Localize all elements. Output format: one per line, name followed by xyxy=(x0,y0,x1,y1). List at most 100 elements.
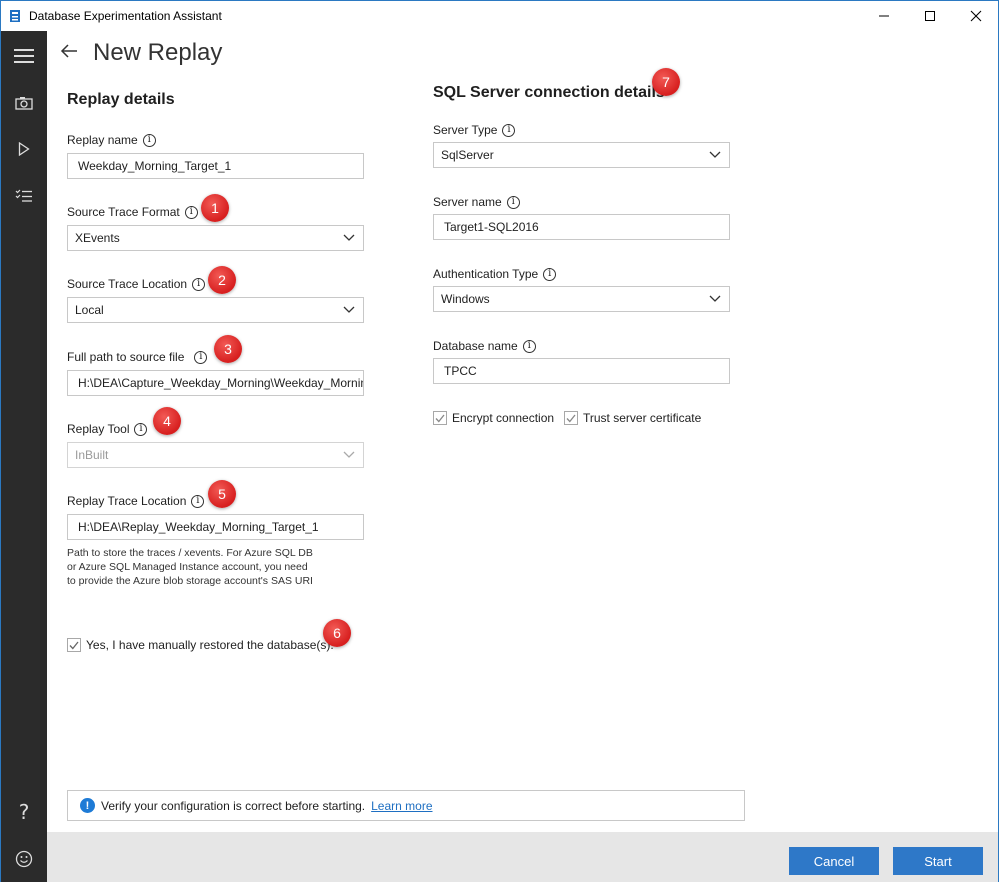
callout-badge-7: 7 xyxy=(652,68,680,96)
callout-badge-1: 1 xyxy=(201,194,229,222)
callout-badge-3: 3 xyxy=(214,335,242,363)
sidebar: ? xyxy=(1,31,47,882)
maximize-icon xyxy=(925,11,935,21)
auth-type-value: Windows xyxy=(441,292,490,306)
replay-tool-label: Replay Tool i xyxy=(67,421,148,437)
server-type-label: Server Type i xyxy=(433,122,516,138)
database-name-label: Database name i xyxy=(433,338,536,354)
callout-badge-4: 4 xyxy=(153,407,181,435)
source-trace-format-label-text: Source Trace Format xyxy=(67,205,180,219)
chevron-down-icon xyxy=(709,295,721,302)
replay-name-input[interactable]: Weekday_Morning_Target_1 xyxy=(67,153,364,179)
callout-badge-6: 6 xyxy=(323,619,351,647)
replay-tool-value: InBuilt xyxy=(75,448,109,462)
replay-trace-location-input[interactable]: H:\DEA\Replay_Weekday_Morning_Target_1 xyxy=(67,514,364,540)
smiley-icon xyxy=(15,850,33,868)
camera-icon xyxy=(15,97,33,110)
server-name-label-text: Server name xyxy=(433,195,502,209)
info-circle-icon: ! xyxy=(80,798,95,813)
play-icon xyxy=(18,142,30,156)
learn-more-link[interactable]: Learn more xyxy=(371,799,432,813)
info-icon[interactable]: i xyxy=(543,267,557,281)
info-icon[interactable]: i xyxy=(142,133,156,147)
replay-trace-location-label-text: Replay Trace Location xyxy=(67,494,187,508)
minimize-icon xyxy=(879,15,889,17)
info-notice: ! Verify your configuration is correct b… xyxy=(67,790,745,821)
trust-certificate-label: Trust server certificate xyxy=(583,411,702,425)
notice-text: Verify your configuration is correct bef… xyxy=(101,798,366,813)
app-window: Database Experimentation Assistant ? New… xyxy=(0,0,999,882)
hamburger-icon xyxy=(14,49,34,63)
replay-name-label: Replay name i xyxy=(67,132,156,148)
info-icon[interactable]: i xyxy=(522,339,536,353)
cancel-button[interactable]: Cancel xyxy=(789,847,879,875)
chevron-down-icon xyxy=(343,306,355,313)
info-icon[interactable]: i xyxy=(502,123,516,137)
full-path-label-text: Full path to source file xyxy=(67,350,185,364)
info-icon[interactable]: i xyxy=(506,195,520,209)
chevron-down-icon xyxy=(709,151,721,158)
sql-connection-title: SQL Server connection details xyxy=(433,84,665,101)
info-icon[interactable]: i xyxy=(194,350,208,364)
source-trace-location-label: Source Trace Location i xyxy=(67,276,206,292)
replay-tool-label-text: Replay Tool xyxy=(67,422,130,436)
server-type-dropdown[interactable]: SqlServer xyxy=(433,142,730,168)
question-icon: ? xyxy=(18,800,30,824)
full-path-label: Full path to source file i xyxy=(67,349,208,365)
sidebar-item-menu[interactable] xyxy=(1,36,47,76)
info-icon[interactable]: i xyxy=(184,205,198,219)
close-button[interactable] xyxy=(953,1,999,31)
trust-certificate-checkbox-row[interactable]: Trust server certificate xyxy=(564,411,701,425)
database-name-input[interactable]: TPCC xyxy=(433,358,730,384)
checkmark-icon xyxy=(69,641,79,649)
source-trace-location-dropdown[interactable]: Local xyxy=(67,297,364,323)
checkmark-icon xyxy=(435,414,445,422)
server-type-label-text: Server Type xyxy=(433,123,498,137)
minimize-button[interactable] xyxy=(861,1,907,31)
server-name-label: Server name i xyxy=(433,194,520,210)
back-button[interactable] xyxy=(59,41,83,65)
page-title: New Replay xyxy=(93,39,223,66)
source-trace-location-value: Local xyxy=(75,303,104,317)
start-button[interactable]: Start xyxy=(893,847,983,875)
auth-type-dropdown[interactable]: Windows xyxy=(433,286,730,312)
restored-database-checkbox-row[interactable]: Yes, I have manually restored the databa… xyxy=(67,638,334,652)
app-icon xyxy=(10,10,20,22)
info-icon[interactable]: i xyxy=(192,277,206,291)
replay-trace-location-label: Replay Trace Location i xyxy=(67,493,205,509)
source-trace-location-label-text: Source Trace Location xyxy=(67,277,188,291)
full-path-input[interactable]: H:\DEA\Capture_Weekday_Morning\Weekday_M… xyxy=(67,370,364,396)
server-name-input[interactable]: Target1-SQL2016 xyxy=(433,214,730,240)
encrypt-connection-checkbox-row[interactable]: Encrypt connection xyxy=(433,411,554,425)
checklist-icon xyxy=(15,189,32,202)
replay-trace-location-hint: Path to store the traces / xevents. For … xyxy=(67,547,313,587)
info-icon[interactable]: i xyxy=(134,422,148,436)
replay-name-label-text: Replay name xyxy=(67,133,138,147)
encrypt-connection-checkbox[interactable] xyxy=(433,411,447,425)
restored-database-checkbox[interactable] xyxy=(67,638,81,652)
encrypt-connection-label: Encrypt connection xyxy=(452,411,555,425)
replay-tool-dropdown: InBuilt xyxy=(67,442,364,468)
database-name-label-text: Database name xyxy=(433,339,518,353)
callout-badge-5: 5 xyxy=(208,480,236,508)
source-trace-format-value: XEvents xyxy=(75,231,120,245)
sidebar-item-capture[interactable] xyxy=(1,83,47,123)
checkmark-icon xyxy=(566,414,576,422)
server-type-value: SqlServer xyxy=(441,148,494,162)
info-icon[interactable]: i xyxy=(191,494,205,508)
callout-badge-2: 2 xyxy=(208,266,236,294)
sidebar-item-analysis[interactable] xyxy=(1,176,47,216)
auth-type-label: Authentication Type i xyxy=(433,266,557,282)
back-arrow-icon xyxy=(60,44,77,58)
sidebar-item-replay[interactable] xyxy=(1,129,47,169)
trust-certificate-checkbox[interactable] xyxy=(564,411,578,425)
source-trace-format-label: Source Trace Format i xyxy=(67,204,198,220)
chevron-down-icon xyxy=(343,234,355,241)
auth-type-label-text: Authentication Type xyxy=(433,267,539,281)
footer-bar: Cancel Start xyxy=(47,832,998,882)
maximize-button[interactable] xyxy=(907,1,953,31)
sidebar-item-feedback[interactable] xyxy=(1,839,47,879)
sidebar-item-help[interactable]: ? xyxy=(1,792,47,832)
source-trace-format-dropdown[interactable]: XEvents xyxy=(67,225,364,251)
window-title: Database Experimentation Assistant xyxy=(29,9,222,23)
